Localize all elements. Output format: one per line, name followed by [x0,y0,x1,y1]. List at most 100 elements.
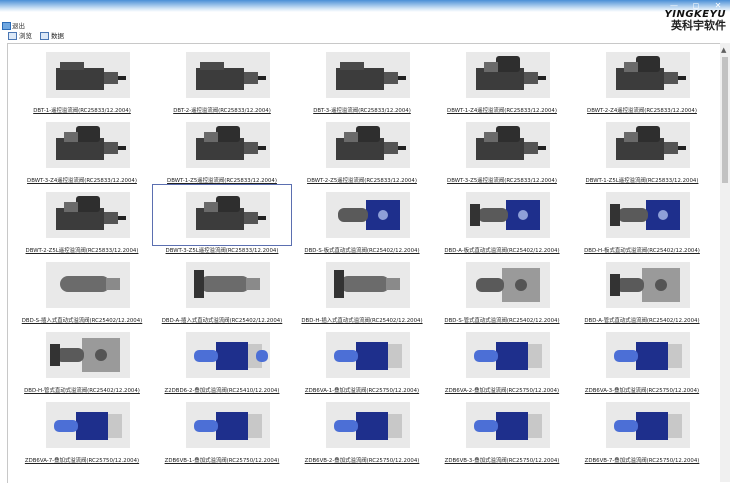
thumbnail-caption[interactable]: DBWT-3-Z5遥控溢流阀(RC25833/12.2004) [432,176,572,184]
valve-image [326,192,410,238]
thumbnail-item[interactable]: DBWT-3-Z4遥控溢流阀(RC25833/12.2004) [12,114,152,184]
thumbnail-caption[interactable]: DBD-A-插入式直动式溢流阀(RC25402/12.2004) [152,316,292,324]
thumbnail-caption[interactable]: ZDB6VB-3-叠加式溢流阀(RC25750/12.2004) [432,456,572,464]
thumbnail-item[interactable]: DBWT-3-Z5L遥控溢流阀(RC25833/12.2004) [152,184,292,254]
tab-bar: 浏览 数据 [0,31,730,43]
thumbnail-item[interactable]: DBT-1-遥控溢流阀(RC25833/12.2004) [12,44,152,114]
thumbnail-caption[interactable]: DBWT-1-Z4遥控溢流阀(RC25833/12.2004) [432,106,572,114]
thumbnail-item[interactable]: DBWT-2-Z5遥控溢流阀(RC25833/12.2004) [292,114,432,184]
thumbnail-caption[interactable]: DBT-1-遥控溢流阀(RC25833/12.2004) [12,106,152,114]
scroll-up-icon[interactable]: ▲ [721,46,726,54]
thumbnail-item[interactable]: ZDB6VB-1-叠加式溢流阀(RC25750/12.2004) [152,394,292,464]
valve-image [46,52,130,98]
thumbnail-caption[interactable]: DBWT-2-Z5遥控溢流阀(RC25833/12.2004) [292,176,432,184]
valve-image [46,122,130,168]
scroll-thumb[interactable] [722,57,728,183]
valve-image [326,262,410,308]
thumbnail-item[interactable]: ZDB6VA-1-叠加式溢流阀(RC25750/12.2004) [292,324,432,394]
brand-logo: YINGKEYU 英科宇软件 [665,9,726,32]
thumbnail-caption[interactable]: DBD-H-板式直动式溢流阀(RC25402/12.2004) [572,246,712,254]
thumbnail-item[interactable]: DBD-H-插入式直动式溢流阀(RC25402/12.2004) [292,254,432,324]
thumbnail-caption[interactable]: ZDB6VB-2-叠加式溢流阀(RC25750/12.2004) [292,456,432,464]
thumbnail-caption[interactable]: ZDB6VB-7-叠加式溢流阀(RC25750/12.2004) [572,456,712,464]
thumbnail-item[interactable]: DBD-H-板式直动式溢流阀(RC25402/12.2004) [572,184,712,254]
valve-image [326,402,410,448]
valve-image [466,262,550,308]
thumbnail-item[interactable]: ZDB6VA-7-叠加式溢流阀(RC25750/12.2004) [12,394,152,464]
thumbnail-item[interactable]: DBD-A-管式直动式溢流阀(RC25402/12.2004) [572,254,712,324]
thumbnail-caption[interactable]: DBWT-1-Z5L遥控溢流阀(RC25833/12.2004) [572,176,712,184]
thumbnail-caption[interactable]: DBD-S-板式直动式溢流阀(RC25402/12.2004) [292,246,432,254]
thumbnail-caption[interactable]: ZDB6VA-1-叠加式溢流阀(RC25750/12.2004) [292,386,432,394]
valve-image [606,262,690,308]
valve-image [326,332,410,378]
thumbnail-item[interactable]: DBD-S-插入式直动式溢流阀(RC25402/12.2004) [12,254,152,324]
valve-image [606,192,690,238]
thumbnail-caption[interactable]: ZDB6VA-2-叠加式溢流阀(RC25750/12.2004) [432,386,572,394]
thumbnail-item[interactable]: ZDB6VA-3-叠加式溢流阀(RC25750/12.2004) [572,324,712,394]
thumbnail-caption[interactable]: DBD-H-插入式直动式溢流阀(RC25402/12.2004) [292,316,432,324]
data-icon [40,32,49,40]
thumbnail-caption[interactable]: DBD-S-管式直动式溢流阀(RC25402/12.2004) [432,316,572,324]
thumbnail-item[interactable]: ZDB6VA-2-叠加式溢流阀(RC25750/12.2004) [432,324,572,394]
thumbnail-item[interactable]: ZDB6VB-7-叠加式溢流阀(RC25750/12.2004) [572,394,712,464]
thumbnail-caption[interactable]: DBT-2-遥控溢流阀(RC25833/12.2004) [152,106,292,114]
thumbnail-caption[interactable]: DBWT-1-Z5遥控溢流阀(RC25833/12.2004) [152,176,292,184]
thumbnail-item[interactable]: DBWT-1-Z5L遥控溢流阀(RC25833/12.2004) [572,114,712,184]
tab-browse-label: 浏览 [19,32,32,40]
valve-image [606,52,690,98]
valve-image [606,332,690,378]
thumbnail-item[interactable]: DBD-H-管式直动式溢流阀(RC25402/12.2004) [12,324,152,394]
valve-image [186,262,270,308]
thumbnail-caption[interactable]: DBWT-3-Z5L遥控溢流阀(RC25833/12.2004) [152,246,292,254]
exit-button[interactable]: 退出 [2,20,25,30]
thumbnail-caption[interactable]: DBWT-3-Z4遥控溢流阀(RC25833/12.2004) [12,176,152,184]
toolbar: 退出 [0,12,660,32]
valve-image [46,332,130,378]
thumbnail-caption[interactable]: ZDB6VB-1-叠加式溢流阀(RC25750/12.2004) [152,456,292,464]
exit-icon [2,22,11,30]
valve-image [46,402,130,448]
thumbnail-item[interactable]: DBWT-2-Z4遥控溢流阀(RC25833/12.2004) [572,44,712,114]
thumbnail-item[interactable]: DBWT-2-Z5L遥控溢流阀(RC25833/12.2004) [12,184,152,254]
tab-data-label: 数据 [51,32,64,40]
title-bar: — ◻ ✕ [0,0,730,12]
valve-image [466,192,550,238]
valve-image [606,122,690,168]
valve-image [186,332,270,378]
thumbnail-caption[interactable]: ZDB6VA-3-叠加式溢流阀(RC25750/12.2004) [572,386,712,394]
valve-image [466,402,550,448]
thumbnail-caption[interactable]: DBWT-2-Z4遥控溢流阀(RC25833/12.2004) [572,106,712,114]
valve-image [466,52,550,98]
thumbnail-item[interactable]: DBD-A-板式直动式溢流阀(RC25402/12.2004) [432,184,572,254]
thumbnail-caption[interactable]: ZDB6VA-7-叠加式溢流阀(RC25750/12.2004) [12,456,152,464]
valve-image [466,332,550,378]
thumbnail-item[interactable]: Z2DBD6-2-叠加式溢流阀(RC25410/12.2004) [152,324,292,394]
thumbnail-item[interactable]: DBD-A-插入式直动式溢流阀(RC25402/12.2004) [152,254,292,324]
thumbnail-caption[interactable]: DBT-3-遥控溢流阀(RC25833/12.2004) [292,106,432,114]
valve-image [186,122,270,168]
thumbnail-caption[interactable]: DBD-A-管式直动式溢流阀(RC25402/12.2004) [572,316,712,324]
thumbnail-item[interactable]: DBT-2-遥控溢流阀(RC25833/12.2004) [152,44,292,114]
thumbnail-caption[interactable]: DBD-S-插入式直动式溢流阀(RC25402/12.2004) [12,316,152,324]
thumbnail-item[interactable]: DBWT-1-Z4遥控溢流阀(RC25833/12.2004) [432,44,572,114]
vertical-scrollbar[interactable]: ▲ [720,43,730,482]
tab-browse[interactable]: 浏览 [6,31,34,42]
thumbnail-caption[interactable]: DBD-H-管式直动式溢流阀(RC25402/12.2004) [12,386,152,394]
thumbnail-caption[interactable]: DBD-A-板式直动式溢流阀(RC25402/12.2004) [432,246,572,254]
thumbnail-item[interactable]: DBD-S-板式直动式溢流阀(RC25402/12.2004) [292,184,432,254]
thumbnail-caption[interactable]: DBWT-2-Z5L遥控溢流阀(RC25833/12.2004) [12,246,152,254]
valve-image [186,402,270,448]
valve-image [46,192,130,238]
thumbnail-item[interactable]: DBWT-3-Z5遥控溢流阀(RC25833/12.2004) [432,114,572,184]
thumbnail-item[interactable]: ZDB6VB-3-叠加式溢流阀(RC25750/12.2004) [432,394,572,464]
thumbnail-item[interactable]: ZDB6VB-2-叠加式溢流阀(RC25750/12.2004) [292,394,432,464]
exit-button-label: 退出 [12,22,25,30]
thumbnail-caption[interactable]: Z2DBD6-2-叠加式溢流阀(RC25410/12.2004) [152,386,292,394]
valve-image [466,122,550,168]
tab-data[interactable]: 数据 [38,31,66,42]
thumbnail-item[interactable]: DBD-S-管式直动式溢流阀(RC25402/12.2004) [432,254,572,324]
valve-image [606,402,690,448]
thumbnail-item[interactable]: DBWT-1-Z5遥控溢流阀(RC25833/12.2004) [152,114,292,184]
thumbnail-item[interactable]: DBT-3-遥控溢流阀(RC25833/12.2004) [292,44,432,114]
